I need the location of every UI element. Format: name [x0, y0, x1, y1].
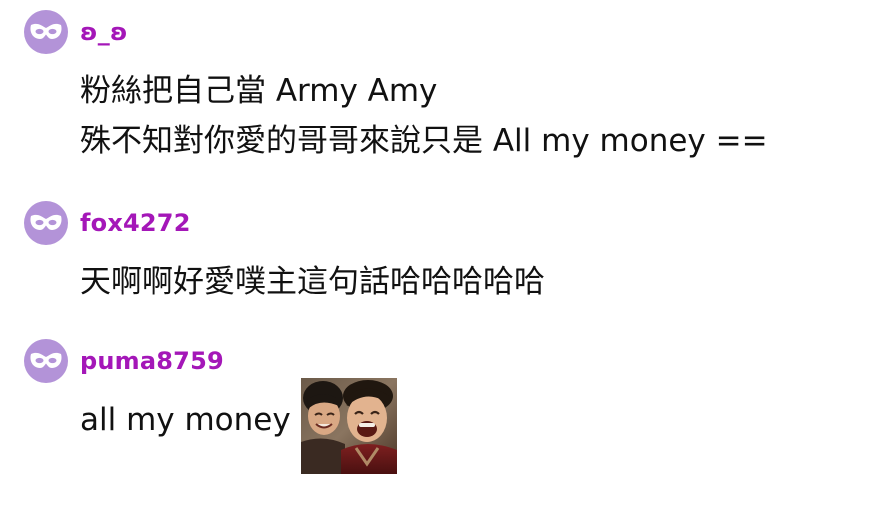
comment-line: all my money — [80, 378, 863, 474]
mask-icon — [30, 23, 62, 39]
comment-line: 殊不知對你愛的哥哥來說只是 All my money == — [80, 123, 768, 159]
avatar[interactable] — [24, 10, 68, 54]
comment-line: 天啊啊好愛噗主這句話哈哈哈哈哈 — [80, 264, 545, 300]
comment-line-text: all my money — [80, 402, 291, 438]
avatar[interactable] — [24, 201, 68, 245]
laughing-faces-sticker[interactable] — [300, 378, 397, 474]
comment-body: 天啊啊好愛噗主這句話哈哈哈哈哈 — [80, 257, 863, 307]
comment-body: 粉絲把自己當 Army Amy 殊不知對你愛的哥哥來說只是 All my mon… — [80, 66, 863, 166]
mask-icon — [30, 352, 62, 368]
mask-icon — [30, 214, 62, 230]
comment-body: all my money — [80, 378, 863, 474]
username[interactable]: fox4272 — [80, 201, 191, 245]
avatar[interactable] — [24, 339, 68, 383]
comment-header: ʚ_ʚ — [24, 10, 128, 54]
comment-header: puma8759 — [24, 339, 224, 383]
username[interactable]: ʚ_ʚ — [80, 10, 128, 54]
comment-thread: ʚ_ʚ 粉絲把自己當 Army Amy 殊不知對你愛的哥哥來說只是 All my… — [0, 0, 883, 527]
comment-header: fox4272 — [24, 201, 191, 245]
username[interactable]: puma8759 — [80, 339, 224, 383]
comment-line: 粉絲把自己當 Army Amy — [80, 73, 438, 109]
